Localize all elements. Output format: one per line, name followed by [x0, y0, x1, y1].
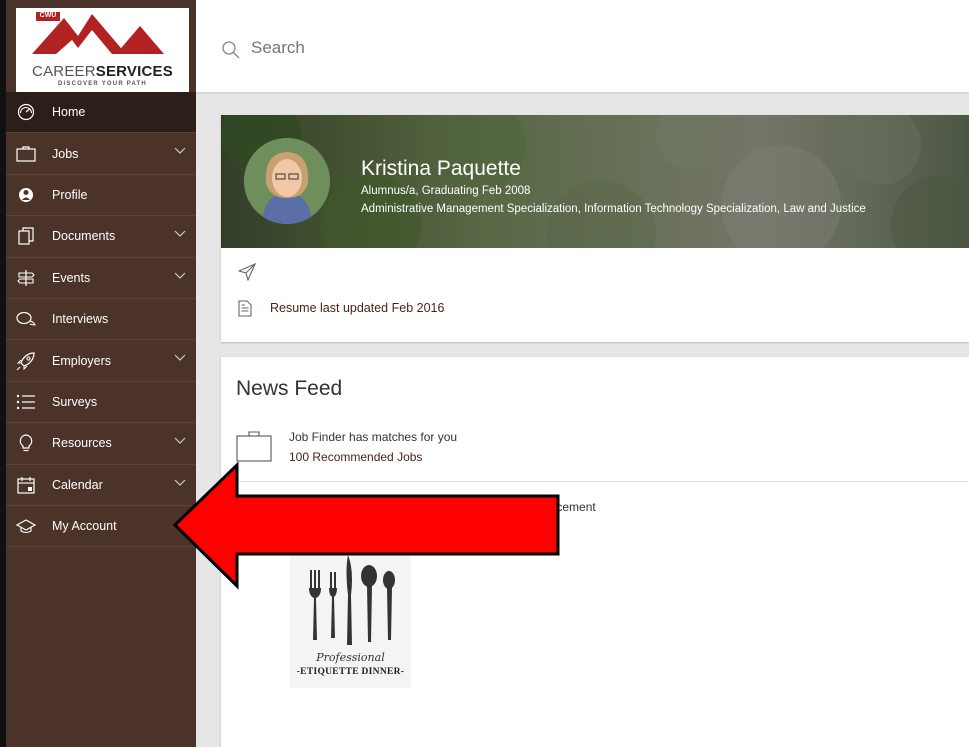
sidebar-item-label: Calendar: [52, 477, 103, 492]
profile-name: Kristina Paquette: [361, 157, 521, 180]
logo-wordmark: CAREERSERVICES: [16, 63, 189, 80]
avatar[interactable]: [244, 138, 330, 224]
sidebar-nav: Home Jobs Profile Documents Events Inter…: [6, 92, 196, 548]
banner-overlay: [221, 115, 969, 248]
search-icon[interactable]: [221, 40, 241, 60]
sidebar-item-home[interactable]: Home: [6, 92, 196, 134]
documents-icon: [14, 227, 38, 245]
sidebar-item-calendar[interactable]: Calendar: [6, 465, 196, 506]
job-finder-text: Job Finder has matches for you: [289, 430, 458, 444]
etiquette-script-text: Professional: [316, 651, 385, 664]
top-bar: [196, 0, 969, 94]
dashboard-icon: [14, 103, 38, 121]
sidebar-item-label: Events: [52, 270, 91, 285]
etiquette-title-text: -ETIQUETTE DINNER-: [296, 667, 405, 677]
sidebar-item-label: My Account: [52, 519, 117, 534]
graduation-cap-icon: [14, 517, 38, 535]
logo-services: SERVICES: [95, 63, 173, 80]
search-input[interactable]: [251, 38, 651, 58]
logo-tagline: DISCOVER YOUR PATH: [58, 81, 147, 87]
red-arrow-annotation: [172, 462, 560, 590]
chevron-down-icon[interactable]: [174, 230, 186, 238]
profile-status: Alumnus/a, Graduating Feb 2008: [361, 185, 531, 197]
cwu-career-services-logo[interactable]: CWU CAREERSERVICES DISCOVER YOUR PATH: [16, 8, 189, 92]
profile-card: Kristina Paquette Alumnus/a, Graduating …: [221, 115, 969, 342]
news-feed-title: News Feed: [236, 377, 343, 400]
sidebar-item-label: Resources: [52, 436, 112, 451]
chevron-down-icon[interactable]: [174, 354, 186, 362]
profile-banner: Kristina Paquette Alumnus/a, Graduating …: [221, 115, 969, 248]
sidebar-item-profile[interactable]: Profile: [6, 175, 196, 217]
send-message-icon[interactable]: [238, 263, 256, 281]
sidebar-item-employers[interactable]: Employers: [6, 340, 196, 382]
profile-icon: [14, 186, 38, 204]
briefcase-icon: [14, 145, 38, 163]
signpost-icon: [14, 269, 38, 287]
sidebar-item-my-account[interactable]: My Account: [6, 506, 196, 548]
sidebar-item-events[interactable]: Events: [6, 258, 196, 299]
list-icon: [14, 393, 38, 411]
document-icon: [238, 300, 252, 317]
sidebar-item-jobs[interactable]: Jobs: [6, 133, 196, 175]
sidebar-item-label: Documents: [52, 229, 116, 244]
sidebar-item-documents[interactable]: Documents: [6, 216, 196, 258]
user-photo-icon: [244, 138, 330, 224]
sidebar-item-label: Surveys: [52, 394, 98, 409]
sidebar-item-label: Profile: [52, 187, 88, 202]
calendar-icon: [14, 476, 38, 494]
sidebar-item-interviews[interactable]: Interviews: [6, 299, 196, 341]
briefcase-icon: [236, 431, 272, 462]
chevron-down-icon[interactable]: [174, 147, 186, 155]
sidebar-item-label: Interviews: [52, 312, 109, 327]
lightbulb-icon: [14, 434, 38, 452]
chevron-down-icon[interactable]: [174, 437, 186, 445]
chat-bubbles-icon: [14, 310, 38, 328]
sidebar-item-label: Jobs: [52, 146, 79, 161]
logo-badge: CWU: [39, 12, 57, 19]
logo-career: CAREER: [32, 63, 96, 80]
app-root: CWU CAREERSERVICES DISCOVER YOUR PATH Ho…: [0, 0, 969, 747]
profile-majors: Administrative Management Specialization…: [361, 203, 866, 215]
sidebar-item-label: Home: [52, 105, 86, 120]
chevron-down-icon[interactable]: [174, 272, 186, 280]
rocket-icon: [14, 351, 38, 370]
sidebar-item-surveys[interactable]: Surveys: [6, 382, 196, 424]
sidebar-item-resources[interactable]: Resources: [6, 423, 196, 465]
resume-updated-link[interactable]: Resume last updated Feb 2016: [270, 301, 444, 315]
sidebar-item-label: Employers: [52, 353, 112, 368]
